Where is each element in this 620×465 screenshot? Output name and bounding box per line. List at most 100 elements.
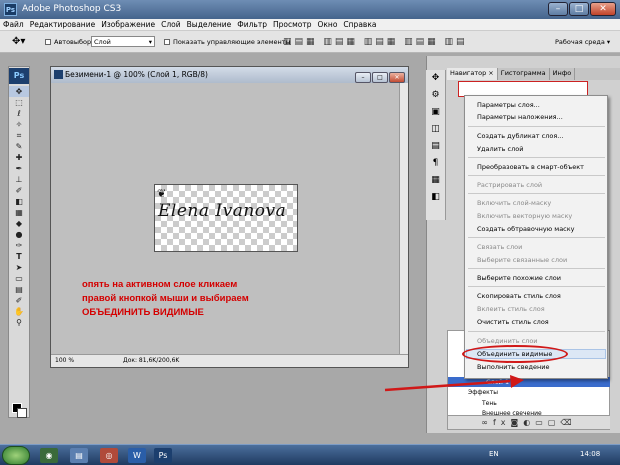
history-brush-icon[interactable]: ✐ <box>9 185 29 196</box>
fx-icon[interactable]: fx <box>493 418 511 427</box>
menu-item-duplicate-layer[interactable]: Создать дубликат слоя... <box>477 132 563 140</box>
tab-navigator[interactable]: Навигатор × <box>447 68 498 80</box>
new-layer-icon[interactable]: ▢ <box>548 418 561 427</box>
clone-source-icon[interactable]: ▣ <box>426 104 445 121</box>
eraser-tool-icon[interactable]: ◧ <box>9 196 29 207</box>
blur-tool-icon[interactable]: ◆ <box>9 218 29 229</box>
menu-item-select-linked-layers[interactable]: Выберите связанные слои <box>477 256 567 264</box>
brush-tool-icon[interactable]: ✒ <box>9 163 29 174</box>
menu-select[interactable]: Выделение <box>184 19 235 29</box>
chevron-down-icon: ▾ <box>148 38 152 46</box>
move-tool-icon[interactable]: ✥▾ <box>12 36 25 47</box>
document-minimize-button[interactable]: – <box>355 72 371 83</box>
word-taskbar-icon[interactable]: W <box>128 448 146 463</box>
path-select-icon[interactable]: ➤ <box>9 262 29 273</box>
menu-item-layer-properties[interactable]: Параметры слоя... <box>477 101 540 109</box>
menu-item-create-clipping-mask[interactable]: Создать обтравочную маску <box>477 225 575 233</box>
hand-tool-icon[interactable]: ✋ <box>9 306 29 317</box>
menu-item-clear-layer-style[interactable]: Очистить стиль слоя <box>477 318 549 326</box>
workspace-menu[interactable]: Рабочая среда ▾ <box>555 38 610 46</box>
autoselect-select[interactable]: Слой ▾ <box>91 36 155 47</box>
lasso-tool-icon[interactable]: ℓ <box>9 108 29 119</box>
menu-help[interactable]: Справка <box>340 19 379 29</box>
red-arrow-icon <box>384 375 524 392</box>
document-title-bar[interactable]: Безимени-1 @ 100% (Слой 1, RGB/8) – □ ✕ <box>51 67 408 83</box>
close-button[interactable]: ✕ <box>590 2 616 16</box>
vertical-scrollbar[interactable] <box>399 83 408 355</box>
folder-icon[interactable]: ▭ <box>535 418 548 427</box>
magic-wand-icon[interactable]: ✧ <box>9 119 29 130</box>
menu-item-enable-layer-mask[interactable]: Включить слой-маску <box>477 199 551 207</box>
adjustment-icon[interactable]: ◐ <box>523 418 535 427</box>
channels-icon[interactable]: ¶ <box>426 155 445 172</box>
align-buttons-icon[interactable]: ▥▤▦ ▥▤▦ ▥▤▦ ▥▤▦ ▥▤ <box>283 37 468 47</box>
notes-tool-icon[interactable]: ▤ <box>9 284 29 295</box>
history-icon[interactable]: ◫ <box>426 121 445 138</box>
move-tool-icon[interactable]: ✥ <box>9 86 29 97</box>
brushes-icon[interactable]: ⚙ <box>426 87 445 104</box>
menu-separator <box>468 175 605 176</box>
tab-info[interactable]: Инфо <box>550 68 576 80</box>
menu-item-blending-options[interactable]: Параметры наложения... <box>477 113 563 121</box>
autoselect-checkbox[interactable] <box>45 39 51 45</box>
media-taskbar-icon[interactable]: ◎ <box>100 448 118 463</box>
photoshop-taskbar-icon[interactable]: Ps <box>154 448 172 463</box>
paths-icon[interactable]: ▦ <box>426 172 445 189</box>
tab-histogram[interactable]: Гистограмма <box>498 68 550 80</box>
menu-separator <box>468 331 605 332</box>
start-button[interactable] <box>2 446 30 465</box>
menu-image[interactable]: Изображение <box>98 19 158 29</box>
menu-window[interactable]: Окно <box>314 19 340 29</box>
menu-item-delete-layer[interactable]: Удалить слой <box>477 145 523 153</box>
annotation-line-2: правой кнопкой мыши и выбираем <box>82 293 249 304</box>
show-controls-checkbox[interactable] <box>164 39 170 45</box>
maximize-button[interactable]: □ <box>569 2 589 16</box>
crop-tool-icon[interactable]: ⌗ <box>9 130 29 141</box>
slice-tool-icon[interactable]: ✎ <box>9 141 29 152</box>
layer-comps-icon[interactable]: ◧ <box>426 189 445 206</box>
shape-tool-icon[interactable]: ▭ <box>9 273 29 284</box>
explorer-taskbar-icon[interactable]: ▤ <box>70 448 88 463</box>
zoom-tool-icon[interactable]: ⚲ <box>9 317 29 328</box>
gradient-tool-icon[interactable]: ▦ <box>9 207 29 218</box>
menu-filter[interactable]: Фильтр <box>234 19 270 29</box>
document-close-button[interactable]: ✕ <box>389 72 405 83</box>
minimize-button[interactable]: – <box>548 2 568 16</box>
annotation-line-3: ОБЪЕДИНИТЬ ВИДИМЫЕ <box>82 307 204 318</box>
mask-icon[interactable]: ◙ <box>511 418 524 427</box>
menu-item-flatten-image[interactable]: Выполнить сведение <box>477 363 550 371</box>
menu-bar: Файл Редактирование Изображение Слой Выделен… <box>0 19 620 31</box>
options-bar: ✥▾ Автовыбор: Слой ▾ Показать управляющи… <box>0 31 620 53</box>
menu-item-link-layers[interactable]: Связать слои <box>477 243 522 251</box>
menu-item-rasterize-layer[interactable]: Растрировать слой <box>477 181 542 189</box>
menu-item-merge-layers[interactable]: Объединить слои <box>477 337 538 345</box>
document-maximize-button[interactable]: □ <box>372 72 388 83</box>
tool-preset-icon[interactable]: ✥ <box>426 70 445 87</box>
menu-item-copy-layer-style[interactable]: Скопировать стиль слоя <box>477 292 561 300</box>
doc-size[interactable]: Док: 81,6K/200,6K <box>123 355 179 367</box>
menu-item-select-similar-layers[interactable]: Выберите похожие слои <box>477 274 561 282</box>
canvas-image[interactable]: ❦ Elena Ivanova <box>154 184 298 252</box>
menu-edit[interactable]: Редактирование <box>27 19 98 29</box>
dodge-tool-icon[interactable]: ● <box>9 229 29 240</box>
trash-icon[interactable]: ⌫ <box>560 418 576 427</box>
eyedropper-tool-icon[interactable]: ✐ <box>9 295 29 306</box>
background-color-swatch[interactable] <box>17 408 27 418</box>
menu-layer[interactable]: Слой <box>158 19 184 29</box>
link-layers-icon[interactable]: ∞ <box>481 418 493 427</box>
menu-view[interactable]: Просмотр <box>270 19 315 29</box>
menu-file[interactable]: Файл <box>0 19 27 29</box>
browser-taskbar-icon[interactable]: ◉ <box>40 448 58 463</box>
language-indicator[interactable]: EN <box>489 450 499 458</box>
menu-item-convert-smart-object[interactable]: Преобразовать в смарт-объект <box>477 163 584 171</box>
pen-tool-icon[interactable]: ✑ <box>9 240 29 251</box>
stamp-tool-icon[interactable]: ⊥ <box>9 174 29 185</box>
type-tool-icon[interactable]: T <box>9 251 29 262</box>
layer-effect-shadow[interactable]: Тень <box>482 400 497 407</box>
menu-item-enable-vector-mask[interactable]: Включить векторную маску <box>477 212 572 220</box>
marquee-tool-icon[interactable]: ⬚ <box>9 97 29 108</box>
actions-icon[interactable]: ▤ <box>426 138 445 155</box>
healing-brush-icon[interactable]: ✚ <box>9 152 29 163</box>
zoom-level[interactable]: 100 % <box>55 355 74 367</box>
menu-item-paste-layer-style[interactable]: Вклеить стиль слоя <box>477 305 545 313</box>
